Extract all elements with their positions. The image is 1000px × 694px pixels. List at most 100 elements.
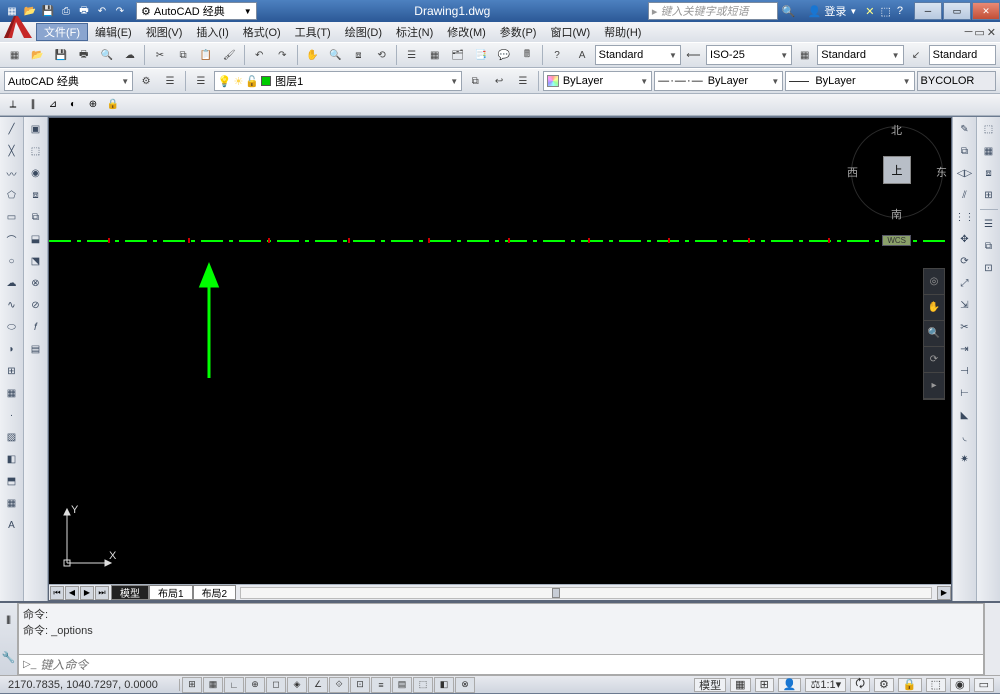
cmd-handle[interactable]: ⦀ 🔧 <box>0 603 18 675</box>
redo-icon[interactable]: ↷ <box>112 3 128 19</box>
plot-icon[interactable]: 🖶 <box>76 3 92 19</box>
point-tool[interactable]: · <box>2 405 22 425</box>
toggle-lwt[interactable]: ≡ <box>371 677 391 693</box>
fullnav-btn[interactable]: ◎ <box>924 269 944 295</box>
chamfer-tool[interactable]: ◣ <box>955 405 975 425</box>
workspace-combo[interactable]: AutoCAD 经典▼ <box>4 71 133 91</box>
do5[interactable]: ⧉ <box>26 207 46 227</box>
rotate-tool[interactable]: ⟳ <box>955 251 975 271</box>
c4[interactable]: ◐ <box>64 96 82 114</box>
dcenter-btn[interactable]: ▦ <box>424 44 445 66</box>
toggle-grid[interactable]: ▦ <box>203 677 223 693</box>
layer-iso-btn[interactable]: ⧉ <box>464 70 486 92</box>
do9[interactable]: ⊘ <box>26 295 46 315</box>
toggle-am[interactable]: ⊗ <box>455 677 475 693</box>
menu-modify[interactable]: 修改(M) <box>440 24 493 40</box>
do7[interactable]: ⬔ <box>26 251 46 271</box>
hardware-accel-icon[interactable]: ⬚ <box>926 678 946 692</box>
command-input[interactable] <box>40 658 979 672</box>
scale-tool[interactable]: ⤢ <box>955 273 975 293</box>
cmd-scrollbar[interactable] <box>984 603 1000 675</box>
insert-tool[interactable]: ⊞ <box>2 361 22 381</box>
canvas[interactable]: 北 南 东 西 上 WCS ◎ ✋ 🔍 ⟳ ▸ <box>49 118 951 584</box>
plot-btn[interactable]: 🖶 <box>73 44 94 66</box>
r3[interactable]: ⧈ <box>979 163 999 183</box>
r5[interactable]: ☰ <box>979 214 999 234</box>
c5[interactable]: ⊕ <box>84 96 102 114</box>
save-icon[interactable]: 💾 <box>40 3 56 19</box>
toggle-osnap[interactable]: ◻ <box>266 677 286 693</box>
menu-draw[interactable]: 绘图(D) <box>338 24 389 40</box>
array-tool[interactable]: ⋮⋮ <box>955 207 975 227</box>
hscroll-right[interactable]: ▶ <box>937 586 951 600</box>
menu-tools[interactable]: 工具(T) <box>288 24 338 40</box>
showmotion-nav[interactable]: ▸ <box>924 373 944 399</box>
spline-tool[interactable]: ∿ <box>2 295 22 315</box>
toggle-tpy[interactable]: ▤ <box>392 677 412 693</box>
annoscale-sync-icon[interactable]: 🗘 <box>850 678 870 692</box>
region-tool[interactable]: ⬒ <box>2 471 22 491</box>
copy-btn[interactable]: ⧉ <box>173 44 194 66</box>
dimstyle-combo[interactable]: ISO-25▼ <box>706 45 792 65</box>
do2[interactable]: ⬚ <box>26 141 46 161</box>
toggle-ortho[interactable]: ∟ <box>224 677 244 693</box>
zoomprev-btn[interactable]: ⟲ <box>371 44 392 66</box>
app-logo[interactable] <box>2 12 34 40</box>
tablestyle-combo[interactable]: Standard▼ <box>817 45 903 65</box>
minimize-button[interactable]: ─ <box>914 2 942 20</box>
toggle-otrack[interactable]: ∠ <box>308 677 328 693</box>
undo-icon[interactable]: ↶ <box>94 3 110 19</box>
paste-btn[interactable]: 📋 <box>196 44 217 66</box>
menu-view[interactable]: 视图(V) <box>139 24 190 40</box>
link-icon[interactable]: ⬚ <box>880 5 890 18</box>
menu-param[interactable]: 参数(P) <box>493 24 544 40</box>
redo-btn[interactable]: ↷ <box>272 44 293 66</box>
arc-tool[interactable]: ⌒ <box>2 229 22 249</box>
break-tool[interactable]: ⊣ <box>955 361 975 381</box>
hscrollbar[interactable] <box>240 587 932 599</box>
ellipse-tool[interactable]: ⬭ <box>2 317 22 337</box>
zoom-btn[interactable]: 🔍 <box>325 44 346 66</box>
ws-switch-icon[interactable]: ⚙ <box>874 678 894 692</box>
tab-prev[interactable]: ◀ <box>65 586 79 600</box>
rect-tool[interactable]: ▭ <box>2 207 22 227</box>
pline-tool[interactable]: 〰 <box>2 163 22 183</box>
fillet-tool[interactable]: ◟ <box>955 427 975 447</box>
open-btn[interactable]: 📂 <box>27 44 48 66</box>
cleanscreen-icon[interactable]: ▭ <box>974 678 994 692</box>
lineweight-combo[interactable]: ByLayer▼ <box>785 71 914 91</box>
mdi-close[interactable]: ✕ <box>987 26 996 39</box>
ws-save-btn[interactable]: ☰ <box>159 70 181 92</box>
mleader-btn[interactable]: ↙ <box>906 44 927 66</box>
extend-tool[interactable]: ⇥ <box>955 339 975 359</box>
sheet-btn[interactable]: 📑 <box>470 44 491 66</box>
c2[interactable]: ∥ <box>24 96 42 114</box>
undo-btn[interactable]: ↶ <box>249 44 270 66</box>
lock-ui-icon[interactable]: 🔒 <box>898 678 922 692</box>
workspace-selector[interactable]: ⚙ AutoCAD 经典 ▼ <box>136 2 257 20</box>
properties-btn[interactable]: ☰ <box>401 44 422 66</box>
ws-settings-btn[interactable]: ⚙ <box>135 70 157 92</box>
hatch-tool[interactable]: ▨ <box>2 427 22 447</box>
tab-next[interactable]: ▶ <box>80 586 94 600</box>
layout1-tab[interactable]: 布局1 <box>149 585 193 600</box>
toolpal-btn[interactable]: 🗂 <box>447 44 468 66</box>
do11[interactable]: ▤ <box>26 339 46 359</box>
zoom-nav[interactable]: 🔍 <box>924 321 944 347</box>
do8[interactable]: ⊗ <box>26 273 46 293</box>
toggle-sc[interactable]: ◧ <box>434 677 454 693</box>
toggle-3dosnap[interactable]: ◈ <box>287 677 307 693</box>
r4[interactable]: ⊞ <box>979 185 999 205</box>
model-space-label[interactable]: 模型 <box>694 678 726 692</box>
match-btn[interactable]: 🖌 <box>219 44 240 66</box>
wrench-icon[interactable]: 🔧 <box>2 651 16 664</box>
do1[interactable]: ▣ <box>26 119 46 139</box>
model-tab[interactable]: 模型 <box>111 585 149 600</box>
tab-last[interactable]: ⏭ <box>95 586 109 600</box>
textstyle-combo[interactable]: Standard▼ <box>595 45 681 65</box>
explode-tool[interactable]: ✷ <box>955 449 975 469</box>
line-tool[interactable]: ╱ <box>2 119 22 139</box>
maximize-button[interactable]: ▭ <box>943 2 971 20</box>
do10[interactable]: 𝑓 <box>26 317 46 337</box>
layer-prev-btn[interactable]: ↩ <box>488 70 510 92</box>
